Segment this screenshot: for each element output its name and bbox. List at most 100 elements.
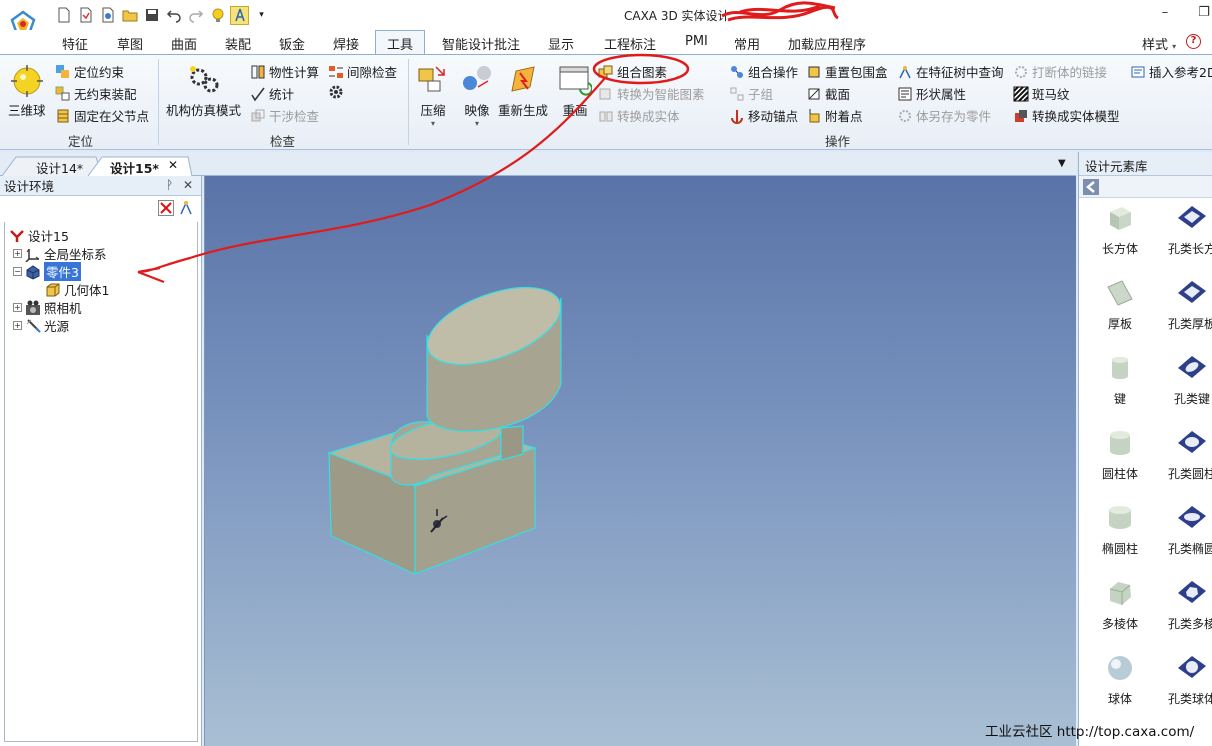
query-in-tree-button[interactable]: 在特征树中查询 [897,62,1004,81]
tab-pmi[interactable]: PMI [685,34,708,49]
section-button[interactable]: 截面 [806,84,850,103]
undo-icon[interactable] [164,6,183,25]
style-menu[interactable]: 样式 ▾ [1142,34,1176,53]
tab-display[interactable]: 显示 [548,34,574,53]
break-link-button[interactable]: 打断体的链接 [1013,62,1107,81]
collapse-icon[interactable]: − [13,267,22,276]
expand-icon[interactable]: + [13,321,22,330]
delete-icon[interactable] [158,200,174,216]
tree-node-solid1[interactable]: 几何体1 [45,280,109,299]
restore-button[interactable]: ❐ [1196,5,1212,25]
3d-viewport[interactable] [204,176,1076,746]
tree-filter-icon[interactable] [178,200,194,216]
help-icon[interactable]: ? [1186,34,1201,49]
close-icon[interactable]: ✕ [168,158,178,172]
move-anchor-label: 移动锚点 [748,109,799,124]
library-item-hole-cylinder[interactable]: 孔类圆柱 [1159,427,1212,482]
tree-node-design[interactable]: 设计15 [9,226,69,245]
zebra-button[interactable]: 斑马纹 [1013,84,1070,103]
attach-point-button[interactable]: 附着点 [806,106,863,125]
convert-smart-button[interactable]: 转换为智能图素 [598,84,705,103]
doc-tab-design15[interactable]: 设计15* [90,156,171,177]
move-anchor-button[interactable]: 移动锚点 [729,106,798,125]
shape-props-button[interactable]: 形状属性 [897,84,966,103]
new-icon[interactable] [54,6,73,25]
tab-surface[interactable]: 曲面 [171,34,197,53]
open-recent-icon[interactable] [98,6,117,25]
customize-dropdown-icon[interactable]: ▾ [252,6,271,25]
mirror-button[interactable]: 映像 ▾ [460,63,494,128]
library-item-hole-sphere[interactable]: 孔类球体 [1159,652,1212,707]
tree-node-camera[interactable]: + 照相机 [13,298,82,317]
tree-node-global-coords[interactable]: + 全局坐标系 [13,244,107,263]
tab-tools[interactable]: 工具 [375,30,426,55]
three-ball-button[interactable]: 三维球 [8,63,46,119]
library-item-hole-plate[interactable]: 孔类厚板 [1159,277,1212,332]
tree-node-part3[interactable]: − 零件3 [13,262,81,281]
ribbon-panel: 三维球 定位约束 无约束装配 固定在父节点 定位 机构仿真模式 物性计算 统计 … [0,54,1212,150]
position-constraint-label: 定位约束 [74,65,125,80]
tab-sketch[interactable]: 草图 [117,34,143,53]
library-item-plate[interactable]: 厚板 [1087,277,1153,332]
property-calc-button[interactable]: 物性计算 [250,62,319,81]
convert-solid-button[interactable]: 转换成实体 [598,106,680,125]
library-item-hole-polygon[interactable]: 孔类多棱 [1159,577,1212,632]
design-tree: 设计15 + 全局坐标系 − 零件3 几何体1 + 照相机 + 光源 [4,222,198,742]
light-source-icon [26,318,41,333]
compress-button[interactable]: 压缩 ▾ [416,63,450,128]
library-item-hole-box[interactable]: 孔类长方 [1159,202,1212,257]
settings-gear-button[interactable] [328,84,344,100]
regenerate-button[interactable]: 重新生成 [498,63,548,119]
new-drawing-icon[interactable] [76,6,95,25]
reset-bbox-label: 重置包围盒 [825,65,888,80]
tab-assembly[interactable]: 装配 [225,34,251,53]
expand-icon[interactable]: + [13,303,22,312]
3d-model[interactable] [205,176,1077,746]
statistics-icon [251,87,265,101]
redo-icon[interactable] [186,6,205,25]
tab-common[interactable]: 常用 [734,34,760,53]
tab-feature[interactable]: 特征 [62,34,88,53]
save-icon[interactable] [142,6,161,25]
save-as-part-button[interactable]: 体另存为零件 [897,106,991,125]
fix-on-parent-button[interactable]: 固定在父节点 [55,106,149,125]
library-item-polygon-prism[interactable]: 多棱体 [1087,577,1153,632]
combine-elements-button[interactable]: 组合图素 [598,62,667,81]
smart-render-icon[interactable] [230,5,249,25]
statistics-button[interactable]: 统计 [250,84,294,103]
insert-ref-2d-button[interactable]: 插入参考2D [1130,62,1212,81]
pin-icon[interactable]: ᚹ [166,178,173,192]
tab-list-dropdown-icon[interactable]: ▼ [1058,158,1066,169]
redraw-button[interactable]: 重画 [558,63,592,119]
sub-group-button[interactable]: 子组 [729,84,773,103]
tab-sheetmetal[interactable]: 钣金 [279,34,305,53]
tab-load-apps[interactable]: 加载应用程序 [788,34,866,53]
back-arrow-icon[interactable] [1083,179,1099,195]
clearance-check-button[interactable]: 间隙检查 [328,62,397,81]
close-icon[interactable]: ✕ [183,178,193,192]
tab-smart-annotation[interactable]: 智能设计批注 [442,34,520,53]
tree-node-light[interactable]: + 光源 [13,316,69,335]
library-item-cylinder[interactable]: 圆柱体 [1087,427,1153,482]
position-constraint-button[interactable]: 定位约束 [55,62,124,81]
to-solid-model-button[interactable]: 转换成实体模型 [1013,106,1120,125]
interference-check-button[interactable]: 干涉检查 [250,106,319,125]
library-item-hole-ellipse[interactable]: 孔类椭圆 [1159,502,1212,557]
property-calc-icon [251,65,265,78]
unconstrained-assembly-button[interactable]: 无约束装配 [55,84,137,103]
library-item-key[interactable]: 键 [1087,352,1153,407]
tab-engineering-annotation[interactable]: 工程标注 [604,34,656,53]
combine-ops-button[interactable]: 组合操作 [729,62,798,81]
library-item-hole-key[interactable]: 孔类键 [1159,352,1212,407]
tab-weld[interactable]: 焊接 [333,34,359,53]
library-item-sphere[interactable]: 球体 [1087,652,1153,707]
library-item-elliptic-cylinder[interactable]: 椭圆柱 [1087,502,1153,557]
expand-icon[interactable]: + [13,249,22,258]
doc-tab-design14[interactable]: 设计14* [16,156,95,177]
mechanism-sim-button[interactable]: 机构仿真模式 [166,63,241,119]
bulb-icon[interactable] [208,6,227,25]
minimize-button[interactable]: – [1154,5,1176,25]
reset-bbox-button[interactable]: 重置包围盒 [806,62,888,81]
library-item-box[interactable]: 长方体 [1087,202,1153,257]
open-folder-icon[interactable] [120,6,139,25]
